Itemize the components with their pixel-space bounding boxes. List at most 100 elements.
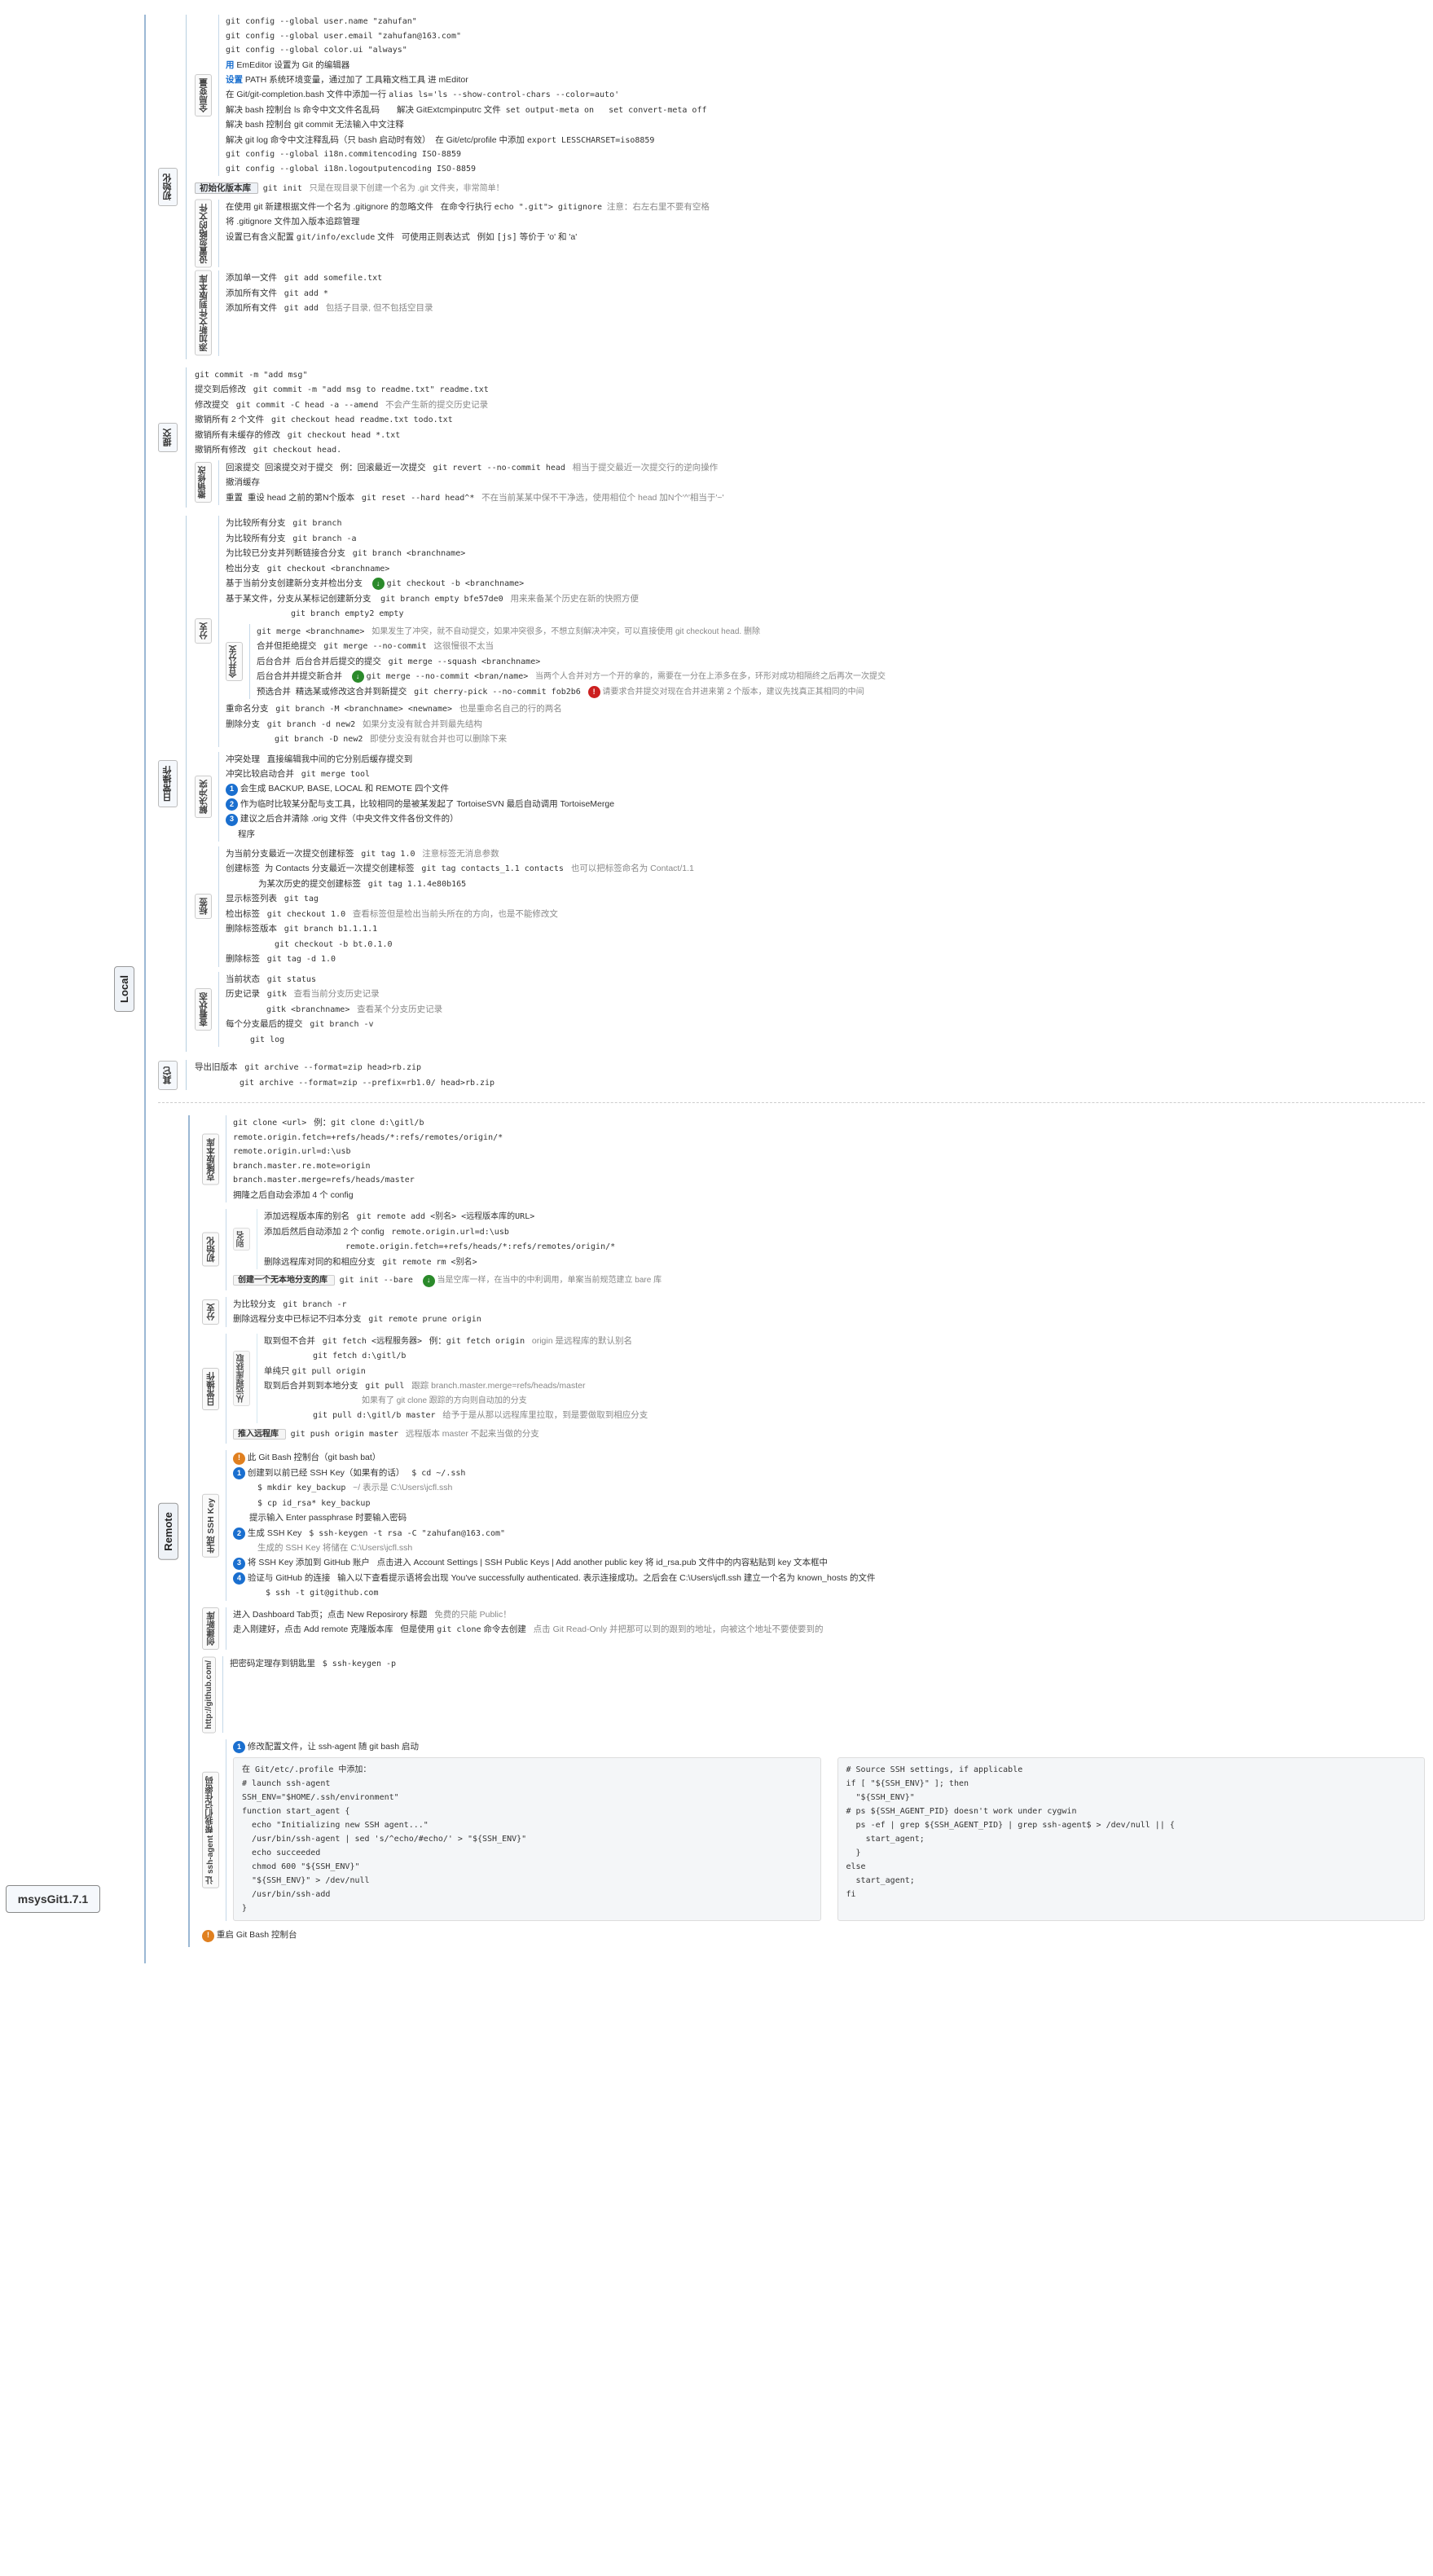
alias-content: 添加远程版本库的别名 git remote add <别名> <远程版本库的UR… <box>257 1209 1425 1269</box>
sa-code-block-2: # Source SSH settings, if applicable if … <box>837 1757 1426 1921</box>
cl-1: git clone <url> 例：git clone d:\gitl/b <box>233 1115 1425 1131</box>
newrepo-group: 创建新库 进入 Dashboard Tab页；点击 New Reposirory… <box>202 1607 1425 1650</box>
mg-2: 合并但拒绝提交 git merge --no-commit 这很慢很不太当 <box>257 639 1425 654</box>
commit-line-3: 修改提交 git commit -C head -a --amend 不会产生新… <box>195 398 1425 413</box>
tags-label: 标签 <box>195 894 212 919</box>
clone-label: 克隆版本库 <box>202 1134 219 1185</box>
merge-content: git merge <branchname> 如果发生了冲突，就不自动提交，如果… <box>249 624 1425 700</box>
http-label: http://github.com/ <box>202 1656 216 1733</box>
remote-label: Remote <box>158 1503 178 1560</box>
merge-group: 合并分支 git merge <branchname> 如果发生了冲突，就不自动… <box>226 624 1425 700</box>
section-others: 其它 导出旧版本 git archive --format=zip head>r… <box>158 1060 1425 1090</box>
commit-line-5: 撤销所有未缓存的修改 git checkout head *.txt <box>195 428 1425 443</box>
rollback-label: 撤销修改 <box>195 462 212 503</box>
st-1: 当前状态 git status <box>226 972 1425 987</box>
remote-init-label: 初始化 <box>202 1233 219 1267</box>
newrepo-label: 创建新库 <box>202 1607 219 1650</box>
conflict-group: 解决冲突 冲突处理 直接编辑我中间的它分别后缓存提交到 冲突比较启动合并 git… <box>195 752 1425 842</box>
clone-group: 克隆版本库 git clone <url> 例：git clone d:\git… <box>202 1115 1425 1202</box>
section-commit: 提交 git commit -m "add msg" 提交到后修改 git co… <box>158 367 1425 508</box>
tag-2: 创建标签 为 Contacts 分支最近一次提交创建标签 git tag con… <box>226 861 1425 877</box>
sa-code-block-1: 在 Git/etc/.profile 中添加： # launch ssh-age… <box>233 1757 821 1921</box>
af-line-2: 添加所有文件 git add * <box>226 286 1425 301</box>
rbr-1: 为比较分支 git branch -r <box>233 1297 1425 1312</box>
clone-label-wrap: 克隆版本库 <box>202 1115 219 1202</box>
cl-5: branch.master.merge=refs/heads/master <box>233 1173 1425 1188</box>
tag-5: 检出标签 git checkout 1.0 查看标签但是检出当前头所在的方向，也… <box>226 907 1425 922</box>
config-files-group: 设置忽略的文件 在使用 git 新建根据文件一个名为 .gitignore 的忽… <box>195 200 1425 268</box>
daily-label-wrap: 日常操作 <box>158 516 178 1052</box>
rollback-group: 撤销修改 回滚提交 回滚提交对于提交 例：回滚最近一次提交 git revert… <box>195 460 1425 505</box>
nr-1: 进入 Dashboard Tab页；点击 New Reposirory 标题 免… <box>233 1607 1425 1622</box>
al-4: 删除远程库对同的和相应分支 git remote rm <别名> <box>264 1255 1425 1270</box>
tag-6: 删除标签版本 git branch b1.1.1.1 <box>226 921 1425 937</box>
ssh-label: 生成 SSH Key <box>202 1494 219 1558</box>
remote-branch-group: 分支 为比较分支 git branch -r 删除远程分支中已标记不归本分支 g… <box>202 1297 1425 1327</box>
ft-3: 单纯只 git pull origin <box>264 1364 1425 1379</box>
af-line-1: 添加单一文件 git add somefile.txt <box>226 270 1425 286</box>
ft-4: 取到后合并到到本地分支 git pull 跟踪 branch.master.me… <box>264 1378 1425 1394</box>
config-files-label: 设置忽略的文件 <box>195 200 212 268</box>
merge-label: 合并分支 <box>226 642 243 681</box>
rdaily-label: 日常操作 <box>202 1368 219 1410</box>
tags-label-wrap: 标签 <box>195 846 212 967</box>
restart-line: ! 重启 Git Bash 控制台 <box>202 1928 1425 1942</box>
br-7: git branch empty2 empty <box>291 606 1425 622</box>
gv-line-10: git config --global i18n.commitencoding … <box>226 147 1425 162</box>
rbr-content: 为比较分支 git branch -r 删除远程分支中已标记不归本分支 git … <box>226 1297 1425 1327</box>
branch-label: 分支 <box>195 618 212 644</box>
al-1: 添加远程版本库的别名 git remote add <别名> <远程版本库的UR… <box>264 1209 1425 1224</box>
st-3: gitk <branchname> 查看某个分支历史记录 <box>266 1002 1425 1018</box>
local-label-wrap: Local <box>114 15 134 1963</box>
app-label-wrap: msysGit1.7.1 <box>0 8 106 2568</box>
mg-5: 预选合并 精选某或修改这合并到新提交 git cherry-pick --no-… <box>257 684 1425 700</box>
ssh-6: 生成的 SSH Key 将储在 C:\Users\jcfl.ssh <box>257 1541 1425 1555</box>
cf-2: 冲突比较启动合并 git merge tool <box>226 767 1425 782</box>
br-3: 为比较已分支并列断链接合分支 git branch <branchname> <box>226 546 1425 561</box>
daily-label: 日常操作 <box>158 760 178 807</box>
global-vars-content: git config --global user.name "zahufan" … <box>218 15 1425 176</box>
br-9: 删除分支 git branch -d new2 如果分支没有就合并到最先结构 <box>226 717 1425 732</box>
ssh-3: $ cp id_rsa* key_backup <box>257 1496 1425 1511</box>
cf-line-3: 设置已有含义配置 git/info/exclude 文件 可使用正则表达式 例如… <box>226 230 1425 245</box>
init-version-line: 初始化版本库 git init 只是在现目录下创建一个名为 .git 文件夹，非… <box>195 181 1425 196</box>
ssh-5: 2 生成 SSH Key $ ssh-keygen -t rsa -C "zah… <box>233 1526 1425 1541</box>
remote-daily-group: 日常操作 从远程库获取 <box>202 1334 1425 1444</box>
branch-label-wrap: 分支 <box>195 516 212 747</box>
add-files-label: 添加新文件到版本库 <box>195 270 212 356</box>
conflict-label-wrap: 解决冲突 <box>195 752 212 842</box>
rdaily-content: 从远程库获取 取到但不合并 git fetch <远程服务器> 例：git fe… <box>226 1334 1425 1444</box>
al-2: 添加后然后自动添加 2 个 config remote.origin.url=d… <box>264 1224 1425 1240</box>
conflict-content: 冲突处理 直接编辑我中间的它分别后缓存提交到 冲突比较启动合并 git merg… <box>218 752 1425 842</box>
config-files-content: 在使用 git 新建根据文件一个名为 .gitignore 的忽略文件 在命令行… <box>218 200 1425 268</box>
newrepo-content: 进入 Dashboard Tab页；点击 New Reposirory 标题 免… <box>226 1607 1425 1650</box>
commit-line-4: 撤销所有 2 个文件 git checkout head readme.txt … <box>195 412 1425 428</box>
sa-code-wrap: 在 Git/etc/.profile 中添加： # launch ssh-age… <box>233 1757 1425 1921</box>
cf-1: 冲突处理 直接编辑我中间的它分别后缓存提交到 <box>226 752 1425 767</box>
divider-local-remote <box>158 1102 1425 1103</box>
alias-label-wrap: 别名 <box>233 1209 250 1269</box>
local-panel: Local 初始化 <box>114 15 1425 1963</box>
sa-intro: 1 修改配置文件，让 ssh-agent 随 git bash 启动 <box>233 1739 1425 1754</box>
ssh-agent-label: 让 ssh-agent 帮我们记住密码 <box>202 1772 219 1888</box>
section-daily: 日常操作 分支 为比较所有分支 git branch <box>158 516 1425 1052</box>
ft-6: git pull d:\gitl/b master 给予于是从那以远程库里拉取，… <box>313 1408 1425 1423</box>
commit-content: git commit -m "add msg" 提交到后修改 git commi… <box>186 367 1425 508</box>
ssh-2: $ mkdir key_backup ~/ 表示是 C:\Users\jcfl.… <box>257 1480 1425 1496</box>
http-label-wrap: http://github.com/ <box>202 1656 216 1733</box>
rb-line-3: 重置 重设 head 之前的第N个版本 git reset --hard hea… <box>226 490 1425 506</box>
rbr-label-wrap: 分支 <box>202 1297 219 1327</box>
newrepo-label-wrap: 创建新库 <box>202 1607 219 1650</box>
cl-4: branch.master.re.mote=origin <box>233 1159 1425 1174</box>
status-content: 当前状态 git status 历史记录 gitk 查看当前分支历史记录 git… <box>218 972 1425 1048</box>
rollback-content: 回滚提交 回滚提交对于提交 例：回滚最近一次提交 git revert --no… <box>218 460 1425 505</box>
cf-3: 1 会生成 BACKUP, BASE, LOCAL 和 REMOTE 四个文件 <box>226 781 1425 796</box>
conflict-label: 解决冲突 <box>195 776 212 818</box>
tags-group: 标签 为当前分支最近一次提交创建标签 git tag 1.0 注意标签无消息参数… <box>195 846 1425 967</box>
ft-2: git fetch d:\gitl/b <box>313 1348 1425 1364</box>
br-2: 为比较所有分支 git branch -a <box>226 531 1425 547</box>
alias-label: 别名 <box>233 1228 250 1251</box>
br-4: 检出分支 git checkout <branchname> <box>226 561 1425 577</box>
gv-line-9: 解决 git log 命令中文注释乱码（只 bash 启动时有效） 在 Git/… <box>226 133 1425 148</box>
st-4: 每个分支最后的提交 git branch -v <box>226 1017 1425 1032</box>
